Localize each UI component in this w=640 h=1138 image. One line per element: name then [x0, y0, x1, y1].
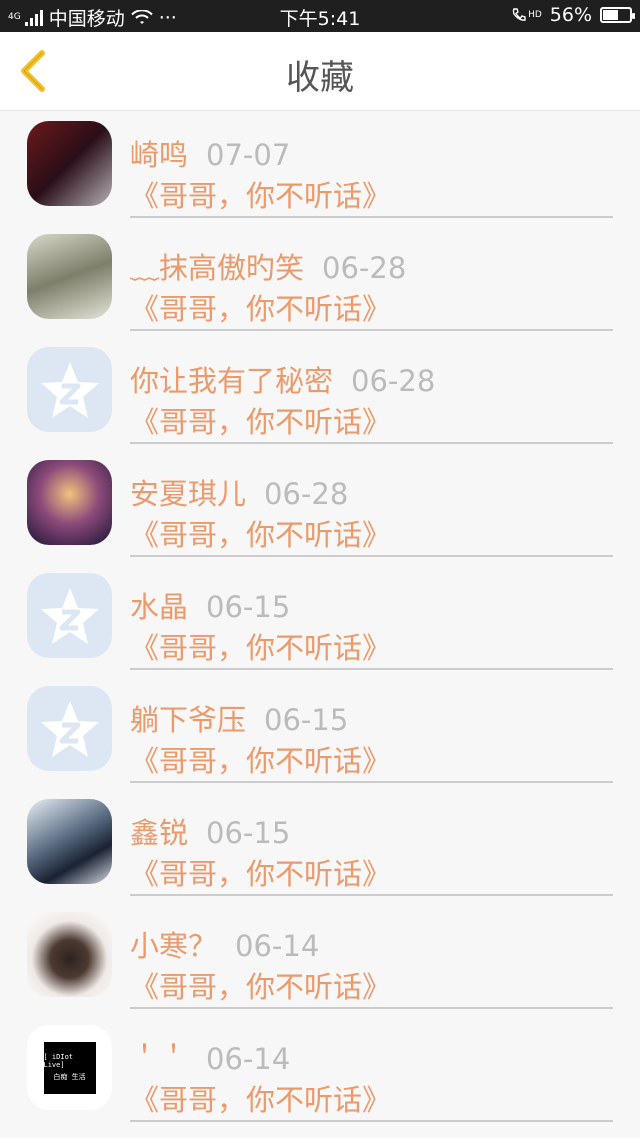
favorites-list: 崎鸣 07-07 《哥哥，你不听话》 ﹏抹高傲旳笑 06-28 《哥哥，你不听话》 … [0, 110, 640, 1127]
qq-star-icon [40, 361, 99, 418]
list-item[interactable]: 水晶 06-15 《哥哥，你不听话》 [0, 562, 640, 675]
item-title[interactable]: 《哥哥，你不听话》 [130, 625, 391, 667]
hd-label: HD [528, 10, 542, 20]
list-item-body: 水晶 06-15 《哥哥，你不听话》 [130, 562, 613, 670]
avatar[interactable] [27, 573, 112, 658]
item-date: 06-14 [235, 929, 320, 963]
avatar[interactable] [27, 912, 112, 997]
list-item-body: 安夏琪儿 06-28 《哥哥，你不听话》 [130, 449, 613, 557]
user-name[interactable]: 躺下爷压 [130, 703, 246, 737]
item-title[interactable]: 《哥哥，你不听话》 [130, 851, 391, 893]
avatar[interactable] [27, 460, 112, 545]
page-title: 收藏 [286, 58, 354, 98]
item-title[interactable]: 《哥哥，你不听话》 [130, 738, 391, 780]
list-item-body: ﹏抹高傲旳笑 06-28 《哥哥，你不听话》 [130, 223, 613, 331]
logo-text-line1: [ iDIot Live] [43, 1053, 74, 1069]
item-title[interactable]: 《哥哥，你不听话》 [130, 286, 391, 328]
list-item-body: 崎鸣 07-07 《哥哥，你不听话》 [130, 110, 613, 218]
battery-icon [600, 7, 635, 23]
item-title[interactable]: 《哥哥，你不听话》 [130, 173, 391, 215]
item-date: 06-28 [264, 477, 349, 511]
qq-star-icon [40, 700, 99, 757]
list-item[interactable]: 小寒？ 06-14 《哥哥，你不听话》 [0, 901, 640, 1014]
avatar[interactable] [27, 234, 112, 319]
nav-header: 收藏 [0, 32, 640, 111]
user-name[interactable]: 小寒？ [130, 929, 217, 963]
user-name[interactable]: ＇＇ [130, 1042, 188, 1076]
hd-call-icon: HD [511, 7, 542, 23]
list-item[interactable]: [ iDIot Live] 白痴 生活 ＇＇ 06-14 《哥哥，你不听话》 [0, 1014, 640, 1127]
list-item-body: 躺下爷压 06-15 《哥哥，你不听话》 [130, 675, 613, 783]
list-item[interactable]: 躺下爷压 06-15 《哥哥，你不听话》 [0, 675, 640, 788]
item-date: 06-15 [206, 590, 291, 624]
user-name[interactable]: 水晶 [130, 590, 188, 624]
user-name[interactable]: ﹏抹高傲旳笑 [130, 251, 304, 285]
avatar[interactable] [27, 121, 112, 206]
idiot-live-logo: [ iDIot Live] 白痴 生活 [43, 1041, 96, 1094]
status-right: HD 56% [511, 4, 635, 26]
item-date: 07-07 [206, 138, 291, 172]
list-item-body: ＇＇ 06-14 《哥哥，你不听话》 [130, 1014, 613, 1122]
avatar[interactable]: [ iDIot Live] 白痴 生活 [27, 1025, 112, 1110]
list-item[interactable]: 崎鸣 07-07 《哥哥，你不听话》 [0, 110, 640, 223]
avatar[interactable] [27, 799, 112, 884]
item-date: 06-15 [206, 816, 291, 850]
item-date: 06-28 [351, 364, 436, 398]
battery-percent: 56% [549, 4, 592, 26]
battery-fill [603, 10, 618, 20]
user-name[interactable]: 鑫锐 [130, 816, 188, 850]
list-item[interactable]: ﹏抹高傲旳笑 06-28 《哥哥，你不听话》 [0, 223, 640, 336]
item-date: 06-15 [264, 703, 349, 737]
status-bar: 4G 中国移动 ··· 下午5:41 HD 56% [0, 0, 640, 32]
user-name[interactable]: 你让我有了秘密 [130, 364, 333, 398]
list-item[interactable]: 鑫锐 06-15 《哥哥，你不听话》 [0, 788, 640, 901]
qq-star-icon [40, 587, 99, 644]
item-title[interactable]: 《哥哥，你不听话》 [130, 1077, 391, 1119]
list-item-body: 鑫锐 06-15 《哥哥，你不听话》 [130, 788, 613, 896]
user-name[interactable]: 崎鸣 [130, 138, 188, 172]
logo-text-line2: 白痴 生活 [53, 1073, 86, 1081]
list-item[interactable]: 安夏琪儿 06-28 《哥哥，你不听话》 [0, 449, 640, 562]
avatar[interactable] [27, 347, 112, 432]
item-date: 06-14 [206, 1042, 291, 1076]
avatar[interactable] [27, 686, 112, 771]
list-item[interactable]: 你让我有了秘密 06-28 《哥哥，你不听话》 [0, 336, 640, 449]
item-title[interactable]: 《哥哥，你不听话》 [130, 964, 391, 1006]
list-item-body: 你让我有了秘密 06-28 《哥哥，你不听话》 [130, 336, 613, 444]
item-title[interactable]: 《哥哥，你不听话》 [130, 399, 391, 441]
user-name[interactable]: 安夏琪儿 [130, 477, 246, 511]
item-date: 06-28 [322, 251, 407, 285]
item-title[interactable]: 《哥哥，你不听话》 [130, 512, 391, 554]
list-item-body: 小寒？ 06-14 《哥哥，你不听话》 [130, 901, 613, 1009]
